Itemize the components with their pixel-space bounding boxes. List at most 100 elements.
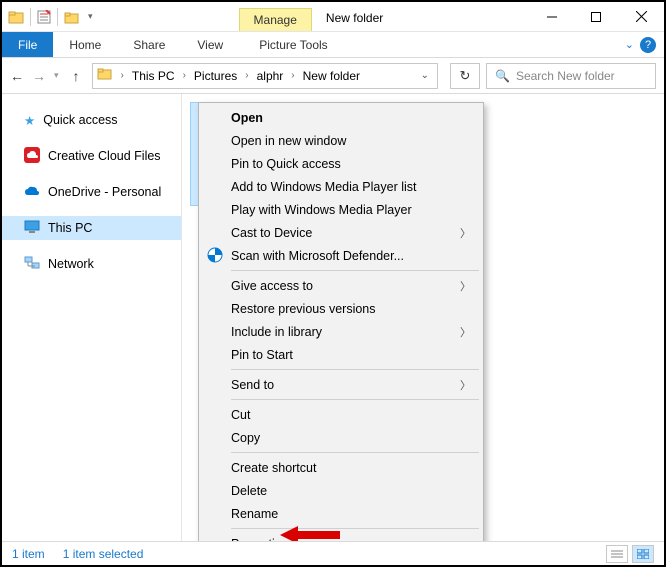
tab-picture-tools[interactable]: Picture Tools	[243, 32, 343, 57]
minimize-button[interactable]	[530, 2, 574, 31]
search-icon: 🔍	[495, 69, 510, 83]
menu-play-wmp[interactable]: Play with Windows Media Player	[201, 198, 481, 221]
menu-delete[interactable]: Delete	[201, 479, 481, 502]
sidebar-item-this-pc[interactable]: This PC	[2, 216, 181, 240]
menu-separator	[231, 369, 479, 370]
menu-scan-defender[interactable]: Scan with Microsoft Defender...	[201, 244, 481, 267]
contextual-tab-manage[interactable]: Manage	[239, 8, 312, 31]
menu-label: Open	[231, 111, 263, 125]
menu-label: Create shortcut	[231, 461, 316, 475]
menu-cast-to-device[interactable]: Cast to Device 〉	[201, 221, 481, 244]
maximize-button[interactable]	[574, 2, 618, 31]
menu-label: Scan with Microsoft Defender...	[231, 249, 404, 263]
quick-access-toolbar: ▾	[2, 2, 99, 31]
tab-home[interactable]: Home	[53, 32, 117, 57]
menu-restore-versions[interactable]: Restore previous versions	[201, 297, 481, 320]
menu-label: Pin to Quick access	[231, 157, 341, 171]
search-input[interactable]: 🔍 Search New folder	[486, 63, 656, 89]
menu-label: Pin to Start	[231, 348, 293, 362]
menu-label: Include in library	[231, 325, 322, 339]
search-placeholder: Search New folder	[516, 69, 615, 83]
menu-pin-start[interactable]: Pin to Start	[201, 343, 481, 366]
sidebar-item-onedrive[interactable]: OneDrive - Personal	[2, 180, 181, 204]
menu-separator	[231, 399, 479, 400]
menu-create-shortcut[interactable]: Create shortcut	[201, 456, 481, 479]
ribbon: File Home Share View Picture Tools ⌄ ?	[2, 32, 664, 58]
sidebar-item-network[interactable]: Network	[2, 252, 181, 276]
cloud-icon	[24, 185, 40, 200]
monitor-icon	[24, 220, 40, 237]
menu-add-wmp-list[interactable]: Add to Windows Media Player list	[201, 175, 481, 198]
menu-label: Copy	[231, 431, 260, 445]
refresh-button[interactable]: ↻	[450, 63, 480, 89]
menu-label: Open in new window	[231, 134, 346, 148]
chevron-right-icon[interactable]: ›	[241, 70, 252, 81]
folder-icon	[8, 9, 24, 25]
breadcrumb[interactable]: This PC	[128, 69, 179, 83]
menu-include-library[interactable]: Include in library 〉	[201, 320, 481, 343]
view-details-button[interactable]	[606, 545, 628, 563]
menu-separator	[231, 452, 479, 453]
properties-qat-icon[interactable]	[37, 10, 51, 24]
menu-label: Rename	[231, 507, 278, 521]
menu-label: Send to	[231, 378, 274, 392]
status-item-count: 1 item	[12, 547, 45, 561]
menu-cut[interactable]: Cut	[201, 403, 481, 426]
help-icon[interactable]: ?	[640, 37, 656, 53]
menu-give-access-to[interactable]: Give access to 〉	[201, 274, 481, 297]
network-icon	[24, 256, 40, 273]
sidebar-item-creative-cloud[interactable]: Creative Cloud Files	[2, 144, 181, 168]
ribbon-expand-icon[interactable]: ⌄	[625, 38, 634, 51]
chevron-right-icon[interactable]: ›	[287, 70, 298, 81]
defender-icon	[207, 247, 223, 266]
view-thumbnails-button[interactable]	[632, 545, 654, 563]
up-button[interactable]: ↑	[73, 68, 80, 84]
chevron-right-icon[interactable]: ›	[117, 70, 128, 81]
qat-dropdown-icon[interactable]: ▾	[88, 11, 93, 22]
titlebar: ▾ Manage New folder	[2, 2, 664, 32]
chevron-right-icon: 〉	[460, 225, 471, 241]
menu-copy[interactable]: Copy	[201, 426, 481, 449]
history-dropdown-icon[interactable]: ▾	[54, 70, 59, 81]
address-bar-row: ← → ▾ ↑ › This PC › Pictures › alphr › N…	[2, 58, 664, 94]
tab-share[interactable]: Share	[117, 32, 181, 57]
chevron-right-icon: 〉	[460, 278, 471, 294]
breadcrumb[interactable]: New folder	[299, 69, 364, 83]
status-bar: 1 item 1 item selected	[2, 541, 664, 565]
content-pane[interactable]: Open Open in new window Pin to Quick acc…	[182, 94, 664, 542]
sidebar-item-quick-access[interactable]: ★ Quick access	[2, 108, 181, 132]
navigation-pane: ★ Quick access Creative Cloud Files OneD…	[2, 94, 182, 542]
breadcrumb[interactable]: alphr	[253, 69, 288, 83]
menu-label: Cast to Device	[231, 226, 312, 240]
menu-label: Restore previous versions	[231, 302, 376, 316]
chevron-right-icon: 〉	[460, 377, 471, 393]
window-title: New folder	[312, 5, 397, 31]
tab-view[interactable]: View	[181, 32, 239, 57]
menu-open[interactable]: Open	[201, 106, 481, 129]
menu-separator	[231, 270, 479, 271]
folder-icon	[97, 65, 113, 86]
star-icon: ★	[24, 113, 35, 128]
close-button[interactable]	[618, 2, 664, 31]
chevron-right-icon: 〉	[460, 324, 471, 340]
menu-label: Give access to	[231, 279, 313, 293]
menu-separator	[231, 528, 479, 529]
sidebar-item-label: Network	[48, 257, 94, 271]
address-dropdown-icon[interactable]: ⌄	[413, 70, 437, 81]
file-tab[interactable]: File	[2, 32, 53, 57]
back-button[interactable]: ←	[10, 68, 24, 84]
chevron-right-icon[interactable]: ›	[179, 70, 190, 81]
menu-rename[interactable]: Rename	[201, 502, 481, 525]
forward-button[interactable]: →	[32, 68, 46, 84]
menu-label: Add to Windows Media Player list	[231, 180, 417, 194]
explorer-body: ★ Quick access Creative Cloud Files OneD…	[2, 94, 664, 542]
new-folder-qat-icon[interactable]	[64, 9, 80, 25]
menu-label: Play with Windows Media Player	[231, 203, 412, 217]
menu-pin-quick-access[interactable]: Pin to Quick access	[201, 152, 481, 175]
sidebar-item-label: Quick access	[43, 113, 117, 127]
address-bar[interactable]: › This PC › Pictures › alphr › New folde…	[92, 63, 438, 89]
sidebar-item-label: Creative Cloud Files	[48, 149, 161, 163]
menu-open-new-window[interactable]: Open in new window	[201, 129, 481, 152]
menu-send-to[interactable]: Send to 〉	[201, 373, 481, 396]
breadcrumb[interactable]: Pictures	[190, 69, 241, 83]
